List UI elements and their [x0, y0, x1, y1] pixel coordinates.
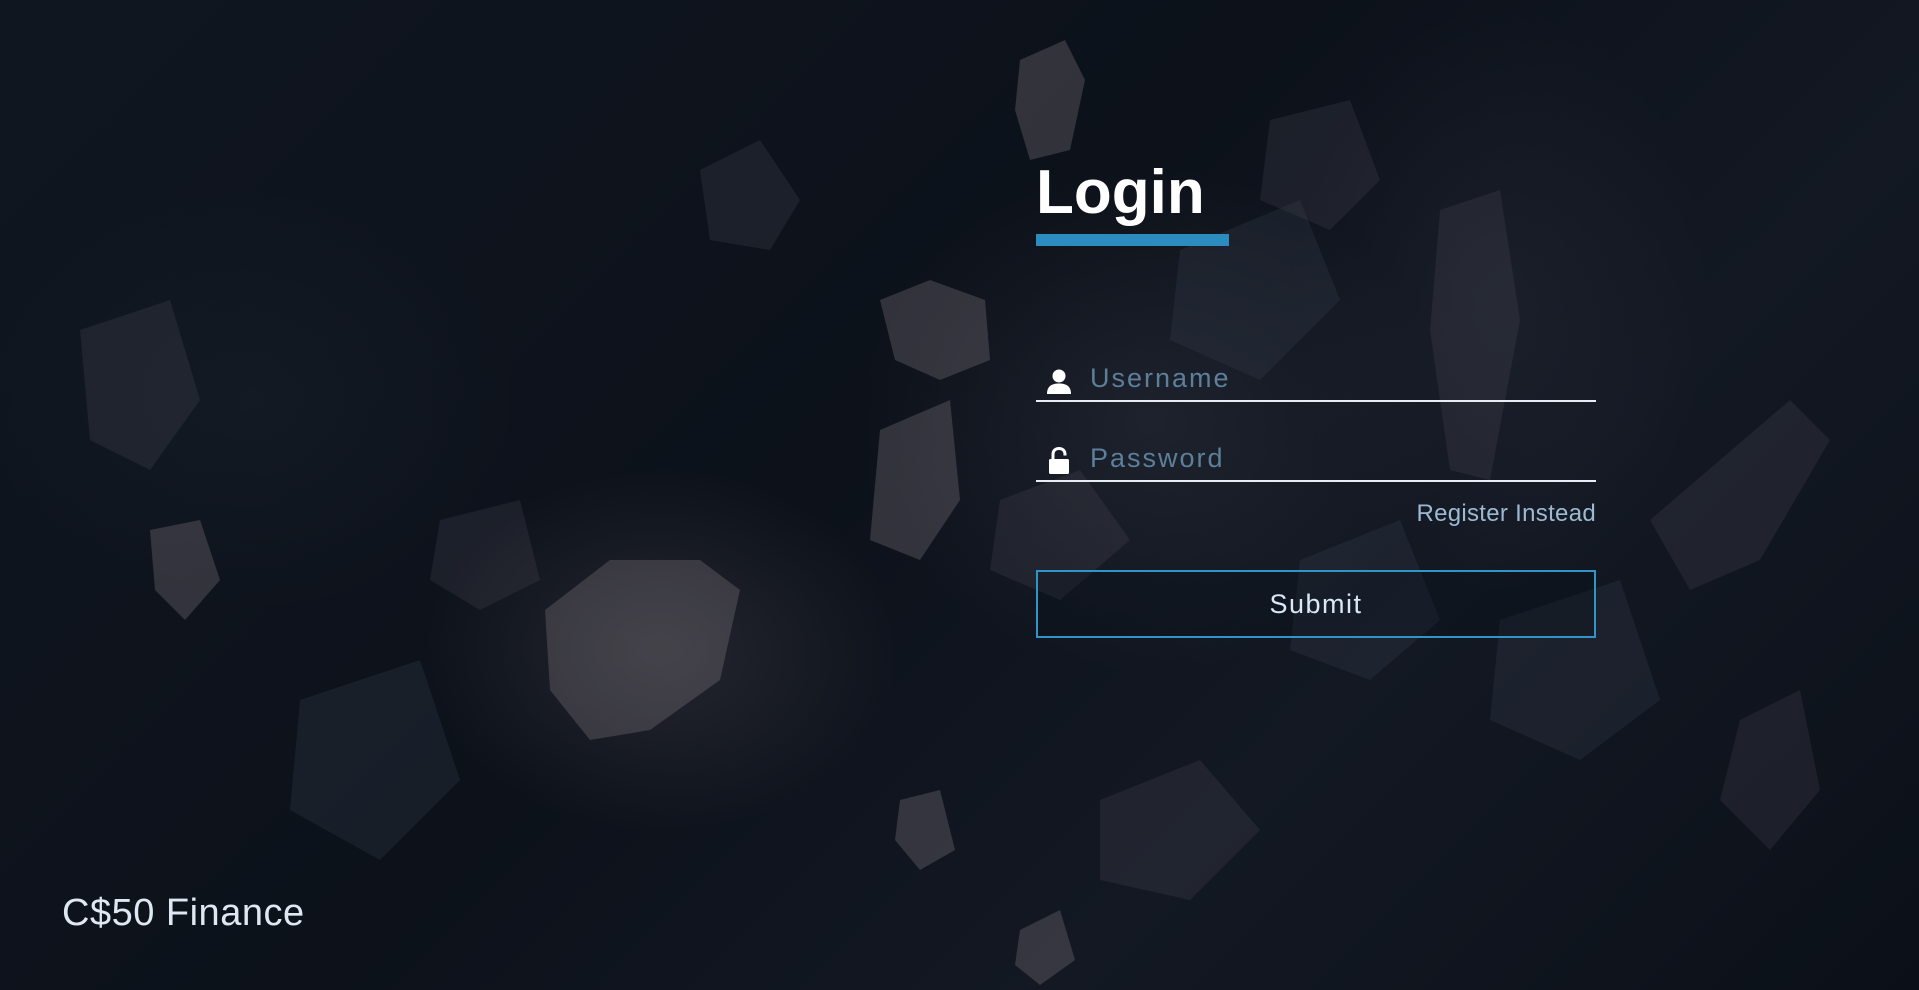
username-input[interactable]: [1090, 363, 1596, 400]
submit-button[interactable]: Submit: [1036, 570, 1596, 638]
background-rocks-image: [80, 40, 1830, 985]
login-form: Login Register Instead Submit: [1036, 160, 1596, 638]
register-instead-link[interactable]: Register Instead: [1036, 500, 1596, 528]
username-field: [1036, 356, 1596, 402]
user-icon: [1044, 366, 1074, 396]
login-page: Login Register Instead Submit C$50: [0, 0, 1919, 990]
brand-logo-text: C$50 Finance: [62, 892, 305, 934]
title-accent-bar: [1036, 234, 1229, 246]
page-title: Login: [1036, 158, 1205, 227]
lock-icon: [1044, 446, 1074, 476]
password-input[interactable]: [1090, 443, 1596, 480]
password-field: [1036, 436, 1596, 482]
